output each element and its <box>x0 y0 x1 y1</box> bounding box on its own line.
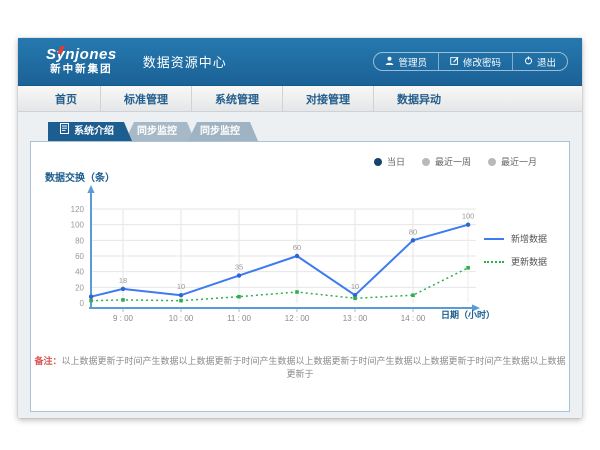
svg-text:35: 35 <box>235 263 243 272</box>
nav-item-home[interactable]: 首页 <box>32 86 100 111</box>
user-menu-label: 修改密码 <box>463 55 501 69</box>
legend-item-new-data[interactable]: 新增数据 <box>484 232 547 245</box>
main-nav: 首页 标准管理 系统管理 对接管理 数据异动 <box>18 86 582 112</box>
axes <box>87 185 480 312</box>
svg-text:18: 18 <box>119 276 127 285</box>
chart-panel: 当日 最近一周 最近一月 数据交换（条） 020406080100120 9 :… <box>30 141 570 412</box>
power-icon <box>524 56 533 68</box>
svg-text:10: 10 <box>177 282 185 291</box>
nav-item-interface[interactable]: 对接管理 <box>282 86 373 111</box>
y-axis-labels: 0 20 40 60 80 100 120 <box>71 205 85 308</box>
legend-item-updated-data[interactable]: 更新数据 <box>484 255 547 268</box>
legend-label: 更新数据 <box>511 255 547 268</box>
change-password-button[interactable]: 修改密码 <box>438 53 512 70</box>
legend-label: 新增数据 <box>511 232 547 245</box>
logo-text-cn: 新中新集团 <box>46 64 117 76</box>
svg-text:40: 40 <box>75 268 84 277</box>
user-icon <box>385 56 394 68</box>
chart-legend: 新增数据 更新数据 <box>484 232 547 278</box>
footnote: 备注：以上数据更新于时间产生数据以上数据更新于时间产生数据以上数据更新于时间产生… <box>31 354 569 380</box>
svg-text:60: 60 <box>75 252 84 261</box>
x-axis-title: 日期（小时） <box>441 308 495 321</box>
tab-label: 同步监控 <box>200 126 240 137</box>
footnote-body: 以上数据更新于时间产生数据以上数据更新于时间产生数据以上数据更新于时间产生数据以… <box>62 356 566 379</box>
edit-icon <box>450 56 459 68</box>
tab-sync-monitor-2[interactable]: 同步监控 <box>188 122 258 141</box>
legend-sample <box>484 261 504 263</box>
app-window: Synjones 新中新集团 数据资源中心 管理员 修改密码 退出 <box>18 38 582 418</box>
logout-button[interactable]: 退出 <box>512 53 567 70</box>
grid <box>91 209 476 303</box>
content-area: 系统介绍 同步监控 同步监控 当日 最近一周 <box>18 122 582 428</box>
tab-bar: 系统介绍 同步监控 同步监控 <box>48 122 582 141</box>
svg-text:10 : 00: 10 : 00 <box>169 314 194 323</box>
legend-sample <box>484 238 504 240</box>
nav-item-changes[interactable]: 数据异动 <box>373 86 464 111</box>
svg-text:60: 60 <box>293 243 301 252</box>
user-menu-label: 退出 <box>537 55 556 69</box>
svg-text:0: 0 <box>80 299 85 308</box>
svg-text:80: 80 <box>409 227 417 236</box>
user-menu-label: 管理员 <box>398 55 427 69</box>
svg-text:10: 10 <box>351 282 359 291</box>
page-title: 数据资源中心 <box>143 52 227 71</box>
svg-text:9 : 00: 9 : 00 <box>113 314 134 323</box>
svg-text:11 : 00: 11 : 00 <box>227 314 251 323</box>
logo-text-en: Synjones <box>46 47 117 64</box>
document-icon <box>60 122 69 141</box>
svg-text:100: 100 <box>462 212 475 221</box>
nav-item-standards[interactable]: 标准管理 <box>100 86 191 111</box>
tab-label: 同步监控 <box>137 126 177 137</box>
footnote-prefix: 备注： <box>34 356 61 366</box>
tab-system-intro[interactable]: 系统介绍 <box>48 122 132 141</box>
tab-sync-monitor-1[interactable]: 同步监控 <box>125 122 195 141</box>
svg-text:120: 120 <box>71 205 85 214</box>
logo: Synjones 新中新集团 <box>46 47 117 75</box>
nav-item-system[interactable]: 系统管理 <box>191 86 282 111</box>
svg-text:100: 100 <box>71 221 85 230</box>
svg-text:80: 80 <box>75 236 84 245</box>
svg-text:12 : 00: 12 : 00 <box>285 314 310 323</box>
svg-text:13 : 00: 13 : 00 <box>343 314 368 323</box>
current-user-button[interactable]: 管理员 <box>374 53 438 70</box>
user-menu: 管理员 修改密码 退出 <box>373 52 568 71</box>
x-axis-labels: 9 : 00 10 : 00 11 : 00 12 : 00 13 : 00 14 : 0… <box>113 309 426 323</box>
tab-label: 系统介绍 <box>74 122 114 141</box>
svg-text:20: 20 <box>75 283 84 292</box>
app-header: Synjones 新中新集团 数据资源中心 管理员 修改密码 退出 <box>18 38 582 86</box>
svg-text:14 : 00: 14 : 00 <box>401 314 426 323</box>
